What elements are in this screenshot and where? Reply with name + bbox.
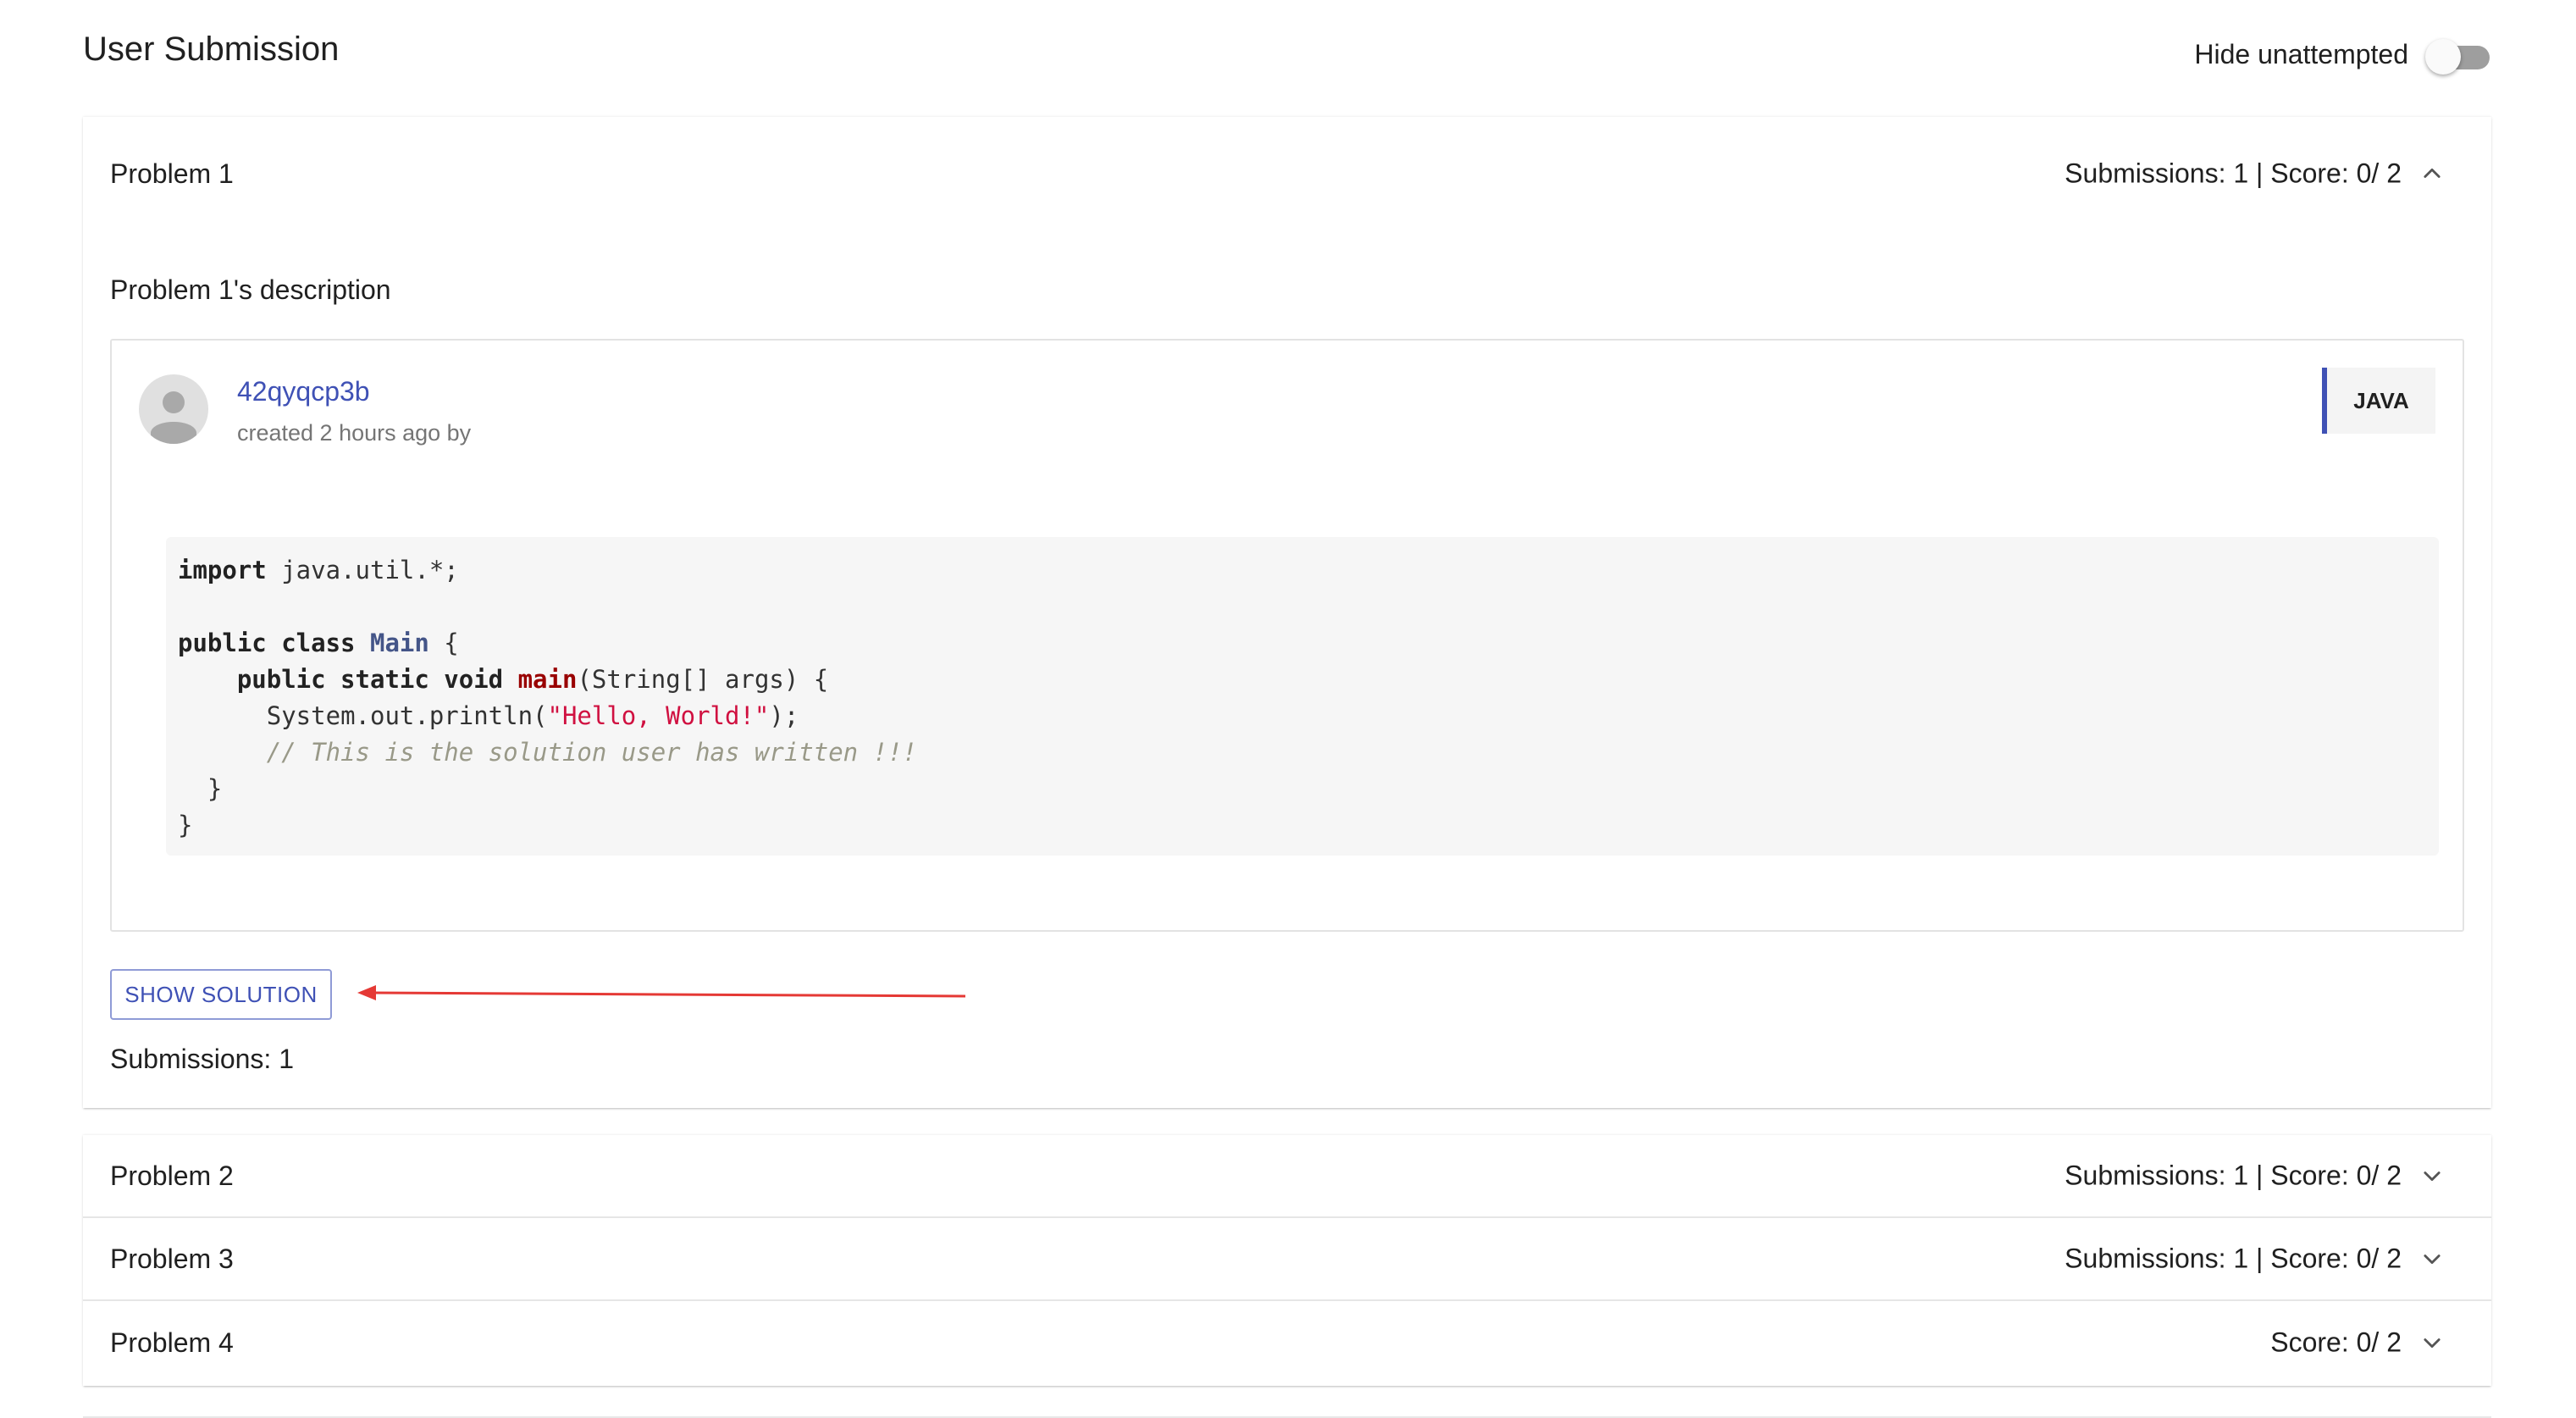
problem-description: Problem 1's description [110,274,391,305]
code-string: "Hello, World!" [547,701,770,730]
code-text: { [428,629,459,657]
problem-1-header[interactable]: Problem 1 Submissions: 1 | Score: 0/ 2 [83,117,2491,230]
chevron-up-icon[interactable] [2420,162,2444,186]
code-function-name: main [517,665,578,694]
problem-title: Problem 2 [110,1160,234,1191]
collapsed-problems-group: Problem 2 Submissions: 1 | Score: 0/ 2 P… [83,1135,2491,1386]
problem-title: Problem 4 [110,1327,234,1358]
show-solution-button[interactable]: SHOW SOLUTION [110,969,332,1020]
code-text: System.out.println( [266,701,548,730]
problem-meta: Submissions: 1 | Score: 0/ 2 [2065,158,2402,189]
problem-4-header[interactable]: Problem 4 Score: 0/ 2 [83,1301,2491,1384]
problem-title: Problem 1 [110,158,234,189]
problem-meta: Score: 0/ 2 [2270,1327,2402,1358]
problem-panel-1: Problem 1 Submissions: 1 | Score: 0/ 2 P… [83,117,2491,1108]
code-text: java.util.*; [266,556,459,584]
code-text: ); [769,701,799,730]
problem-2-header[interactable]: Problem 2 Submissions: 1 | Score: 0/ 2 [83,1135,2491,1218]
problem-title: Problem 3 [110,1243,234,1274]
toggle-thumb [2425,39,2461,75]
submission-id-link[interactable]: 42qyqcp3b [237,376,370,407]
problem-3-header[interactable]: Problem 3 Submissions: 1 | Score: 0/ 2 [83,1218,2491,1301]
code-class-name: Main [369,629,429,657]
submission-card: 42qyqcp3b created 2 hours ago by JAVA im… [110,339,2464,932]
hide-unattempted-toggle[interactable] [2425,37,2490,75]
code-keyword: import [178,556,267,584]
code-text: (String[] args) { [577,665,829,694]
hide-unattempted-label: Hide unattempted [2194,38,2408,69]
chevron-down-icon[interactable] [2420,1331,2444,1354]
page-title: User Submission [83,30,340,68]
code-text: } [207,774,223,803]
language-badge: JAVA [2322,368,2435,434]
chevron-down-icon[interactable] [2420,1247,2444,1271]
problem-meta: Submissions: 1 | Score: 0/ 2 [2065,1160,2402,1191]
problem-meta: Submissions: 1 | Score: 0/ 2 [2065,1243,2402,1274]
submission-created-text: created 2 hours ago by [237,420,472,446]
code-comment: // This is the solution user has written… [266,738,917,767]
code-keyword: public static void [236,665,504,694]
hide-unattempted-control: Hide unattempted [2194,37,2490,75]
chevron-down-icon[interactable] [2420,1164,2444,1188]
submissions-count: Submissions: 1 [110,1044,294,1074]
person-icon [139,374,208,444]
code-keyword: public class [178,629,356,657]
code-text: } [178,811,193,839]
code-block: import java.util.*; public class Main { … [166,537,2439,856]
red-arrow-annotation [357,985,966,1000]
